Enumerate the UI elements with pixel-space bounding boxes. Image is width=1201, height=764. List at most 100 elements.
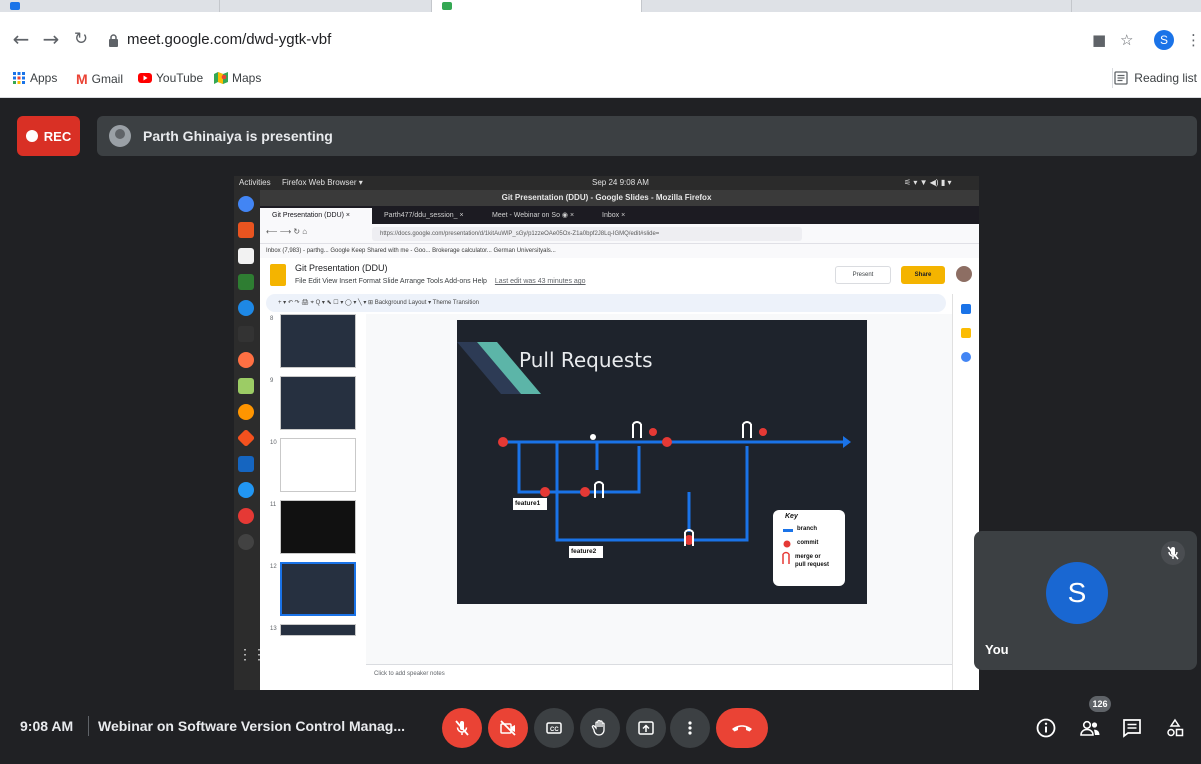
self-video-tile[interactable]: S You xyxy=(974,531,1197,670)
profile-avatar[interactable]: S xyxy=(1154,30,1174,50)
info-icon xyxy=(1036,718,1056,738)
browser-tab[interactable] xyxy=(220,0,432,12)
browser-tab-meet[interactable] xyxy=(432,0,642,12)
shared-screen: Activities Firefox Web Browser ▾ Sep 24 … xyxy=(234,176,979,691)
bookmark-label: Gmail xyxy=(91,72,124,86)
participant-count-badge: 126 xyxy=(1089,696,1111,712)
slide-thumbnail xyxy=(280,314,356,368)
back-icon[interactable]: ← xyxy=(10,28,32,50)
reading-list-label: Reading list xyxy=(1134,71,1197,85)
last-edit: Last edit was 43 minutes ago xyxy=(494,278,586,285)
thumb-number: 10 xyxy=(270,440,277,446)
meeting-name: Webinar on Software Version Control Mana… xyxy=(98,718,406,734)
branch-arrow-icon xyxy=(843,436,851,448)
meet-favicon-icon xyxy=(442,2,452,10)
bookmark-gmail[interactable]: M Gmail xyxy=(76,71,123,87)
keep-icon xyxy=(961,328,971,338)
slide-filmstrip: 8 9 10 11 12 13 xyxy=(260,314,364,664)
commit-dots xyxy=(498,428,767,545)
slides-toolbar: + ▾ ↶ ↷ 🖨 ⌖ Q ▾ ⬉ ☐ ▾ ◯ ▾ ╲ ▾ ⊞ Backgrou… xyxy=(266,294,946,312)
rec-label: REC xyxy=(43,128,72,144)
omnibar: ← → ↻ meet.google.com/dwd-ygtk-vbf ■ ☆ S… xyxy=(0,12,1201,62)
key-branch-swatch xyxy=(783,529,793,532)
key-commit-swatch xyxy=(783,540,791,548)
slides-user-avatar xyxy=(956,266,972,282)
thumb-number: 13 xyxy=(270,626,277,632)
people-button[interactable] xyxy=(1078,716,1102,740)
presenting-banner: Parth Ghinaiya is presenting xyxy=(97,116,1197,156)
bookmark-apps[interactable]: Apps xyxy=(12,71,57,85)
slide-thumbnail xyxy=(280,624,356,636)
key-pull-request-label: pull request xyxy=(795,562,830,568)
forward-icon[interactable]: → xyxy=(40,28,62,50)
menu-kebab-icon[interactable]: ⋮ xyxy=(1186,31,1201,49)
tab-strip xyxy=(0,0,1201,12)
bookmarks-bar: Apps M Gmail YouTube Maps Reading list xyxy=(0,62,1201,96)
svg-text:CC: CC xyxy=(550,727,559,733)
terminal-icon xyxy=(238,326,254,342)
activities-shapes-icon xyxy=(1167,718,1184,737)
mic-off-icon xyxy=(455,720,469,736)
bookmark-maps[interactable]: Maps xyxy=(214,71,261,85)
software-center-icon xyxy=(238,222,254,238)
present-now-button[interactable] xyxy=(626,708,666,748)
presenter-avatar xyxy=(109,125,131,147)
bookmark-label: YouTube xyxy=(156,71,204,85)
thumb-number: 8 xyxy=(270,316,274,322)
slide-thumbnail xyxy=(280,500,356,554)
google-slides-app: Git Presentation (DDU) File Edit View In… xyxy=(260,258,979,691)
browser-tab[interactable] xyxy=(642,0,1072,12)
cloud-icon xyxy=(238,482,254,498)
feature1-label: feature1 xyxy=(515,500,541,507)
activities-button[interactable] xyxy=(1163,716,1187,740)
youtube-icon xyxy=(138,73,152,83)
key-merge-label: merge or xyxy=(795,554,821,560)
firefox-window: Git Presentation (DDU) × Parth477/ddu_se… xyxy=(260,206,979,691)
address-bar[interactable]: meet.google.com/dwd-ygtk-vbf xyxy=(127,31,331,48)
firefox-tab: Inbox × xyxy=(602,212,626,219)
slide-canvas: Pull Requests feature1 feature2 Key bran… xyxy=(366,314,952,664)
firefox-window-title: Git Presentation (DDU) - Google Slides -… xyxy=(234,190,979,206)
firefox-bookmarks-bar: Inbox (7,983) - parthg... Google Keep Sh… xyxy=(260,244,979,258)
browser-tab[interactable] xyxy=(0,0,220,12)
camera-toggle-button[interactable] xyxy=(488,708,528,748)
leave-call-button[interactable] xyxy=(716,708,768,748)
key-branch-label: branch xyxy=(797,526,818,532)
firefox-tab: Parth477/ddu_session_ × xyxy=(384,212,464,219)
slides-logo-icon xyxy=(270,264,286,286)
files-icon xyxy=(238,248,254,264)
postman-icon xyxy=(238,352,254,368)
firefox-nav-bar: ⟵ ⟶ ↻ ⌂ https://docs.google.com/presenta… xyxy=(260,224,979,244)
ubuntu-dock: ⋮⋮ xyxy=(234,190,266,691)
captions-button[interactable]: CC xyxy=(534,708,574,748)
key-box xyxy=(773,510,845,586)
meet-stage: REC Parth Ghinaiya is presenting Activit… xyxy=(0,98,1201,764)
slides-header: Git Presentation (DDU) File Edit View In… xyxy=(260,258,979,294)
slide-thumbnail xyxy=(280,376,356,430)
reload-icon[interactable]: ↻ xyxy=(70,28,92,50)
more-vert-icon xyxy=(688,721,692,735)
slides-menu: File Edit View Insert Format Slide Arran… xyxy=(295,278,487,285)
divider xyxy=(88,716,89,736)
camera-icon[interactable]: ■ xyxy=(1092,31,1106,49)
mic-toggle-button[interactable] xyxy=(442,708,482,748)
more-options-button[interactable] xyxy=(670,708,710,748)
closed-captions-icon: CC xyxy=(546,722,562,734)
camera-off-icon xyxy=(500,720,516,736)
head-marker xyxy=(590,434,596,440)
reading-list-button[interactable]: Reading list xyxy=(1114,71,1197,85)
ubuntu-clock: Sep 24 9:08 AM xyxy=(592,178,649,187)
chat-button[interactable] xyxy=(1120,716,1144,740)
bookmark-youtube[interactable]: YouTube xyxy=(138,71,203,85)
firefox-icon xyxy=(238,404,254,420)
reading-list-icon xyxy=(1114,71,1128,85)
ubuntu-status-icons: ⚟ ▾ ▼ ◀) ▮ ▾ xyxy=(904,178,952,187)
maps-icon xyxy=(214,72,228,84)
calendar-icon xyxy=(961,304,971,314)
present-screen-icon xyxy=(638,721,654,735)
tasks-icon xyxy=(961,352,971,362)
tab-favicon-icon xyxy=(10,2,20,10)
meeting-details-button[interactable] xyxy=(1034,716,1058,740)
star-icon[interactable]: ☆ xyxy=(1120,31,1133,49)
raise-hand-button[interactable] xyxy=(580,708,620,748)
